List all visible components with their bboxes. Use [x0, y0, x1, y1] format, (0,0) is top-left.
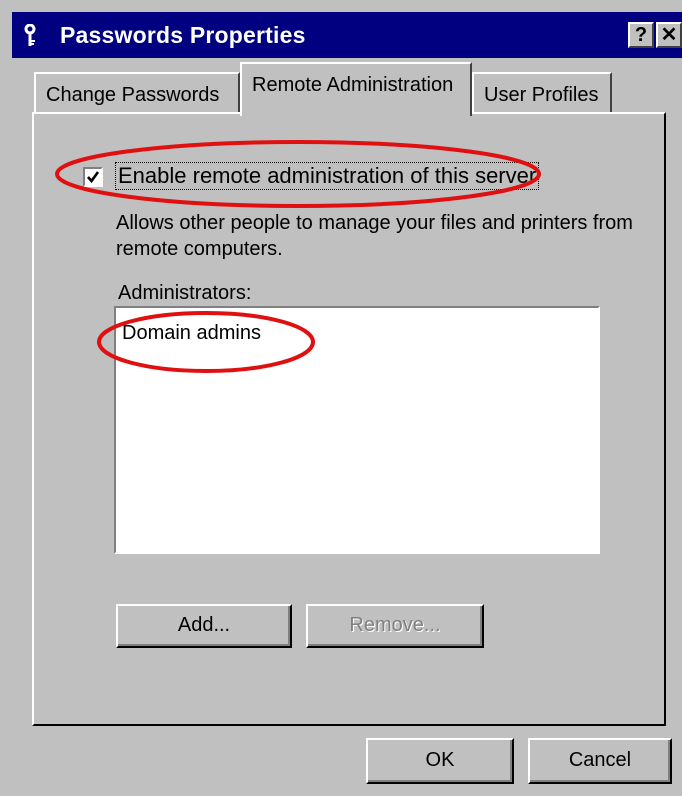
tab-remote-administration[interactable]: Remote Administration: [240, 62, 472, 116]
key-icon: [24, 24, 36, 46]
tab-user-profiles[interactable]: User Profiles: [472, 72, 612, 114]
cancel-button[interactable]: Cancel: [528, 738, 672, 784]
list-item[interactable]: Domain admins: [122, 322, 261, 345]
title-bar: Passwords Properties ? ✕: [12, 12, 682, 58]
checkmark-icon: [87, 171, 100, 184]
window-title: Passwords Properties: [60, 22, 306, 48]
close-button[interactable]: ✕: [656, 22, 682, 48]
administrators-label: Administrators:: [118, 282, 252, 304]
add-button[interactable]: Add...: [116, 604, 292, 648]
help-button[interactable]: ?: [628, 22, 654, 48]
tab-label: Change Passwords: [46, 84, 220, 106]
enable-remote-admin-label[interactable]: Enable remote administration of this ser…: [114, 162, 540, 190]
tab-change-passwords[interactable]: Change Passwords: [34, 72, 240, 114]
tab-label: Remote Administration: [252, 74, 454, 96]
enable-remote-admin-checkbox[interactable]: [83, 167, 103, 187]
tab-label: User Profiles: [484, 84, 599, 106]
ok-button[interactable]: OK: [366, 738, 514, 784]
remove-button[interactable]: Remove...: [306, 604, 484, 648]
remote-admin-description: Allows other people to manage your files…: [116, 212, 633, 260]
administrators-listbox[interactable]: Domain admins: [114, 306, 600, 554]
